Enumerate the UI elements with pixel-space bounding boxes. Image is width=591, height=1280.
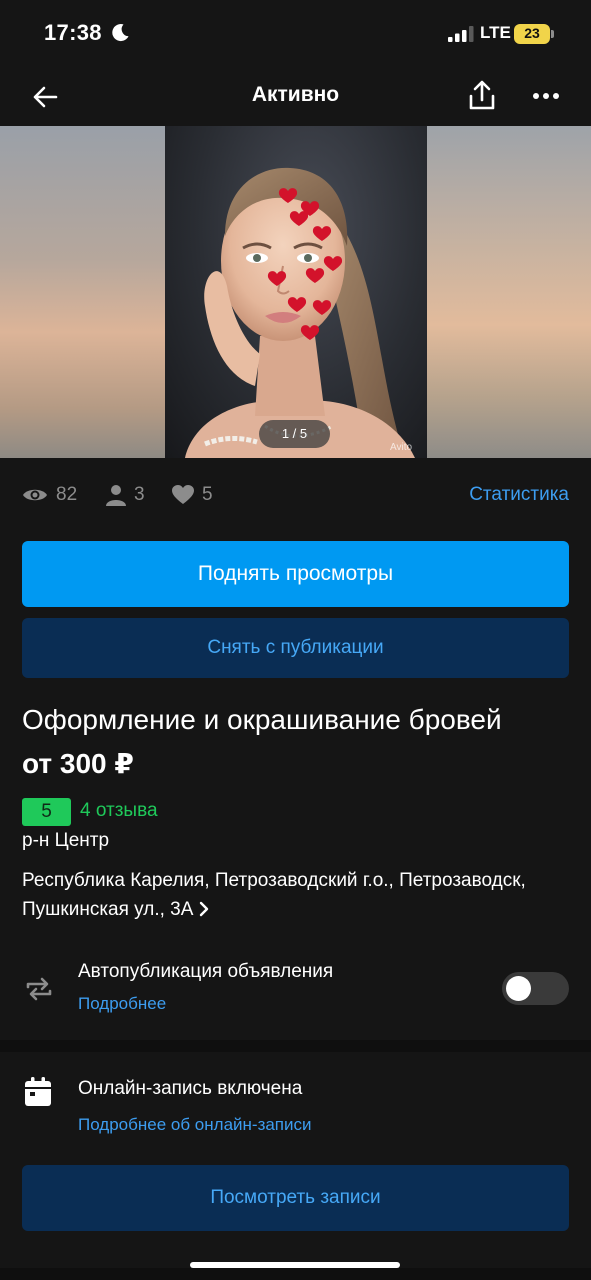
- share-icon: [469, 80, 495, 110]
- photo-watermark: Avito: [390, 442, 413, 453]
- listing-photo[interactable]: [165, 126, 427, 458]
- statistics-link[interactable]: Статистика: [469, 484, 569, 506]
- autopublish-more-link[interactable]: Подробнее: [78, 994, 166, 1014]
- chevron-right-icon: [200, 901, 209, 917]
- more-button[interactable]: [528, 78, 564, 114]
- bottom-divider: [0, 1268, 591, 1280]
- status-bar: 17:38 LTE 23: [0, 0, 591, 66]
- network-label: LTE: [480, 23, 511, 42]
- battery-level: 23: [524, 25, 540, 41]
- portrait-illustration: [185, 167, 415, 458]
- eye-icon: [23, 489, 47, 501]
- promote-button[interactable]: Поднять просмотры: [22, 541, 569, 607]
- autopublish-toggle[interactable]: [502, 972, 569, 1005]
- rating-badge: 5: [22, 798, 71, 826]
- autopublish-title: Автопубликация объявления: [78, 961, 334, 982]
- status-time: 17:38: [44, 20, 102, 45]
- gallery-blur-right: [427, 126, 591, 458]
- stats-row: 82 3 5 Статистика: [22, 478, 569, 512]
- photo-counter: 1 / 5: [259, 420, 330, 448]
- contacts-count: 3: [134, 484, 145, 505]
- page-title: Активно: [251, 83, 340, 106]
- nav-bar: Активно: [0, 66, 591, 126]
- signal-icon: [448, 26, 474, 42]
- district: р-н Центр: [22, 830, 110, 851]
- favorites-stat: 5: [172, 478, 213, 512]
- moon-icon: [112, 24, 129, 42]
- reviews-link[interactable]: 4 отзыва: [80, 800, 158, 822]
- listing-title: Оформление и окрашивание бровей: [22, 704, 502, 735]
- photo-gallery[interactable]: [0, 126, 591, 458]
- more-icon: [533, 93, 559, 99]
- repeat-icon: [26, 977, 52, 1001]
- home-indicator: [190, 1262, 400, 1268]
- views-stat: 82: [22, 478, 77, 512]
- battery-indicator: 23: [514, 24, 554, 44]
- section-divider: [0, 1040, 591, 1052]
- address-link[interactable]: Республика Карелия, Петрозаводский г.о.,…: [22, 866, 542, 924]
- toggle-knob: [506, 976, 531, 1001]
- unpublish-button[interactable]: Снять с публикации: [22, 618, 569, 678]
- person-icon: [106, 485, 126, 506]
- views-count: 82: [56, 484, 78, 505]
- heart-icon: [172, 485, 194, 504]
- address-text: Республика Карелия, Петрозаводский г.о.,…: [22, 870, 526, 920]
- favorites-count: 5: [202, 484, 213, 505]
- gallery-blur-left: [0, 126, 165, 458]
- calendar-icon: [25, 1077, 51, 1106]
- online-booking-title: Онлайн-запись включена: [78, 1078, 303, 1099]
- listing-price: от 300 ₽: [22, 748, 134, 779]
- contacts-stat: 3: [106, 478, 145, 512]
- share-button[interactable]: [464, 78, 500, 114]
- view-bookings-button[interactable]: Посмотреть записи: [22, 1165, 569, 1231]
- online-booking-more-link[interactable]: Подробнее об онлайн-записи: [78, 1115, 312, 1135]
